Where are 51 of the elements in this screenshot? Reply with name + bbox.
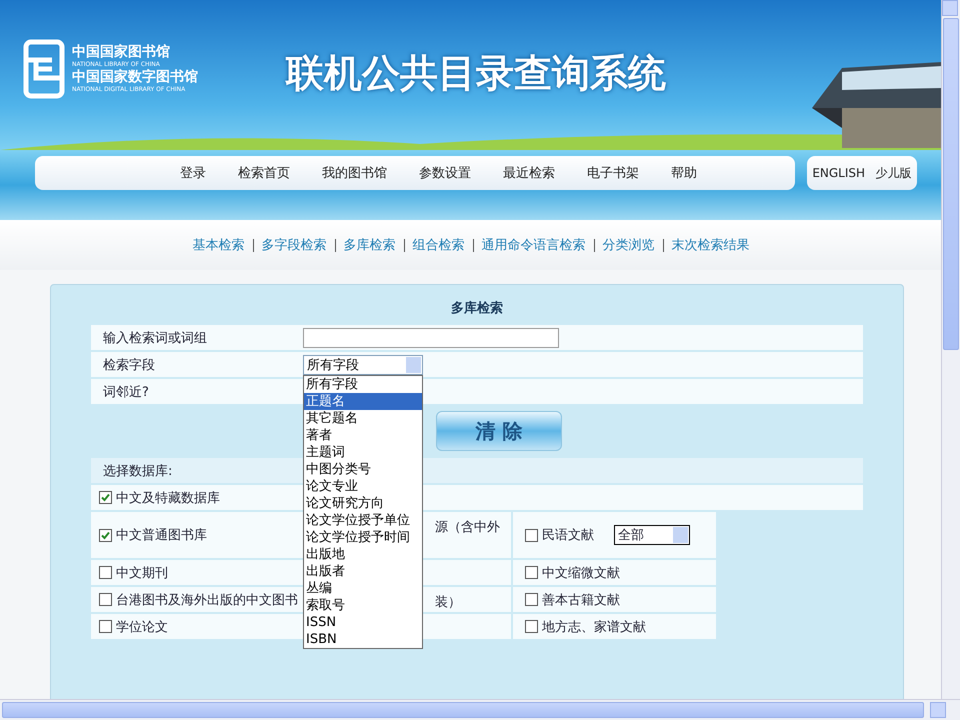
database-label: 善本古籍文献 — [542, 592, 620, 608]
database-label: 中文普通图书库 — [116, 526, 207, 544]
field-label: 词邻近? — [102, 384, 150, 400]
dropdown-option[interactable]: 论文学位授予时间 — [304, 528, 422, 546]
search-mode-link[interactable]: 基本检索 — [184, 238, 252, 252]
database-label: 中文缩微文献 — [542, 564, 620, 582]
search-mode-link[interactable]: 多字段检索 — [252, 238, 334, 252]
field-label: 输入检索词或词组 — [102, 330, 208, 346]
dropdown-option[interactable]: 正题名 — [304, 392, 422, 410]
version-link[interactable]: 少儿版 — [876, 164, 912, 182]
database-label: 学位论文 — [116, 618, 168, 636]
database-label: 中文及特藏数据库 — [116, 490, 220, 506]
dropdown-option[interactable]: ISSN — [304, 614, 422, 630]
database-label: 中文期刊 — [116, 564, 168, 582]
dropdown-option[interactable]: ISBN — [304, 630, 422, 648]
nav-link[interactable]: 我的图书馆 — [322, 164, 387, 182]
nav-link[interactable]: 电子书架 — [587, 164, 639, 182]
library-name: 中国国家图书馆 — [72, 44, 171, 61]
dropdown-option[interactable]: 所有字段 — [304, 376, 422, 392]
language-select[interactable]: 全部 — [614, 525, 690, 545]
search-mode-link[interactable]: 分类浏览 — [594, 238, 662, 252]
dropdown-option[interactable]: 其它题名 — [304, 410, 422, 426]
search-mode-link[interactable]: 组合检索 — [404, 238, 472, 252]
dropdown-option[interactable]: 主题词 — [304, 444, 422, 460]
dropdown-option[interactable]: 论文学位授予单位 — [304, 512, 422, 528]
version-link[interactable]: ENGLISH — [812, 166, 866, 180]
database-label: 装） — [435, 594, 461, 611]
search-mode-link[interactable]: 通用命令语言检索 — [472, 238, 594, 252]
clear-button[interactable]: 清 除 — [436, 411, 562, 451]
database-label: 民语文献 — [542, 527, 594, 544]
dropdown-option[interactable]: 出版地 — [304, 546, 422, 562]
dropdown-option[interactable]: 著者 — [304, 426, 422, 444]
nav-link[interactable]: 帮助 — [671, 164, 697, 182]
nav-link[interactable]: 登录 — [180, 164, 206, 182]
field-label: 检索字段 — [102, 356, 156, 374]
database-label: 台港图书及海外出版的中文图书 — [116, 592, 298, 608]
dropdown-option[interactable]: 索取号 — [304, 596, 422, 614]
search-mode-link[interactable]: 末次检索结果 — [662, 238, 758, 252]
panel-title: 多库检索 — [450, 300, 504, 318]
dropdown-option[interactable]: 丛编 — [304, 580, 422, 596]
database-label: 源（含中外 — [435, 519, 500, 536]
system-title: 联机公共目录查询系统 — [286, 50, 666, 97]
dropdown-option[interactable]: 论文研究方向 — [304, 494, 422, 512]
search-mode-link[interactable]: 多库检索 — [334, 238, 404, 252]
database-label: 地方志、家谱文献 — [542, 618, 646, 636]
nav-link[interactable]: 参数设置 — [419, 164, 471, 182]
library-name: 中国国家数字图书馆 — [72, 69, 198, 86]
nav-link[interactable]: 检索首页 — [238, 164, 290, 182]
dropdown-option[interactable]: 出版者 — [304, 562, 422, 580]
nav-link[interactable]: 最近检索 — [503, 164, 555, 182]
dropdown-option[interactable]: 中图分类号 — [304, 460, 422, 478]
